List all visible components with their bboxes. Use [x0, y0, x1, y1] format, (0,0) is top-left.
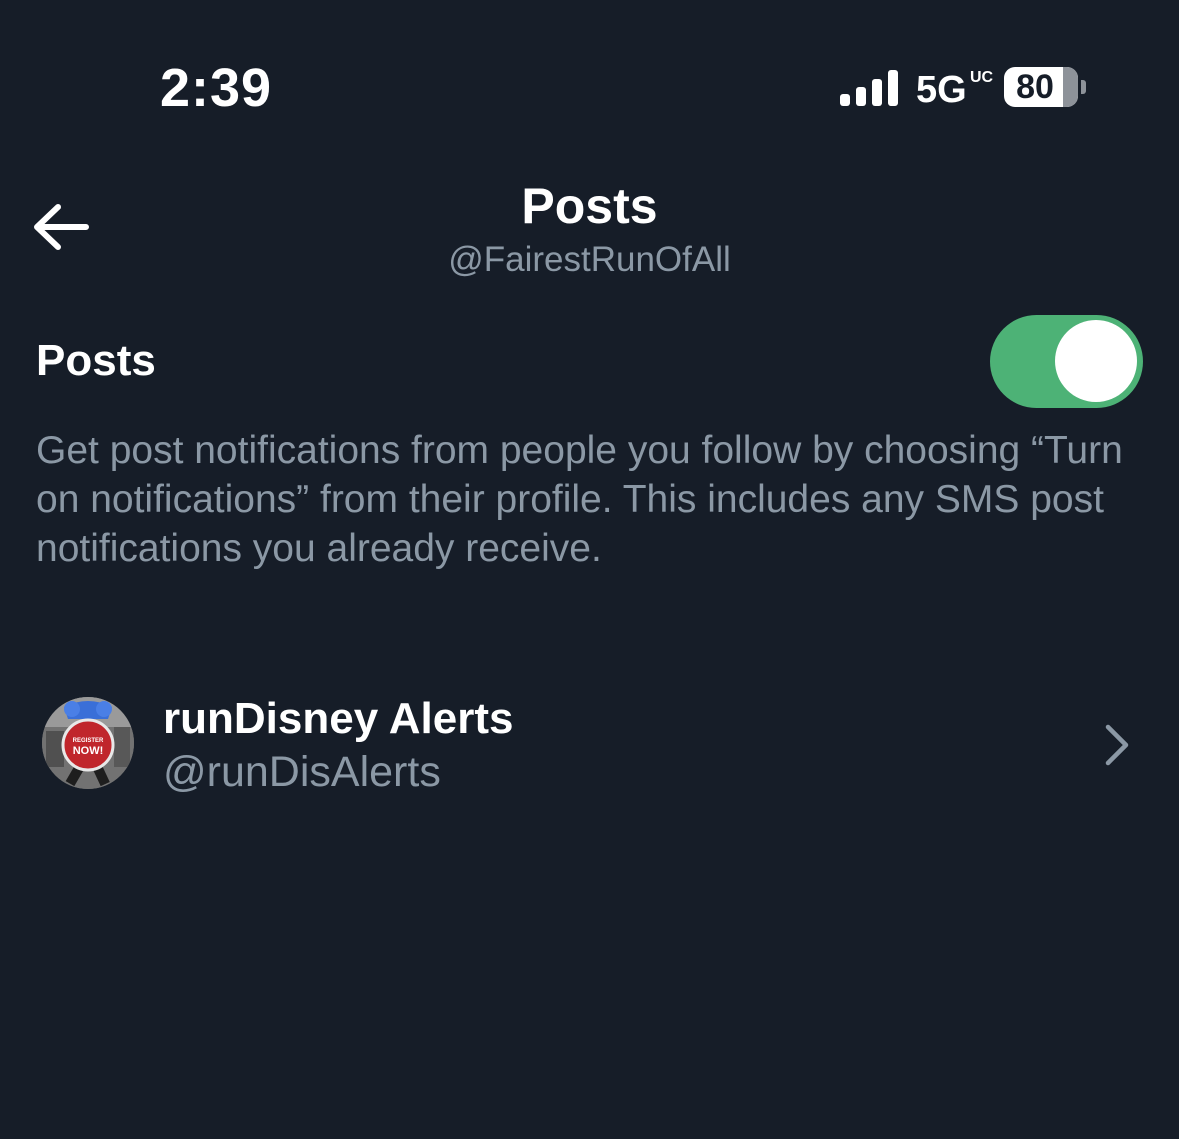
list-item-account[interactable]: REGISTER NOW! runDisney Alerts @runDisAl…: [0, 680, 1179, 810]
toggle-knob: [1055, 320, 1137, 402]
network-type-suffix: UC: [970, 69, 994, 86]
page-subtitle-handle: @FairestRunOfAll: [448, 240, 731, 279]
cellular-signal-icon: [840, 70, 898, 106]
posts-setting-label: Posts: [36, 336, 156, 385]
battery-level: 80: [1016, 68, 1054, 106]
posts-notifications-toggle[interactable]: [990, 315, 1143, 408]
battery-cap: [1081, 80, 1086, 94]
battery-icon: 80: [1004, 67, 1078, 107]
account-handle: @runDisAlerts: [163, 748, 441, 796]
avatar: REGISTER NOW!: [42, 697, 134, 789]
posts-setting-description: Get post notifications from people you f…: [36, 429, 1123, 570]
avatar-badge-line2: NOW!: [73, 745, 104, 757]
chevron-right-icon: [1105, 724, 1129, 766]
network-type-label: 5G: [916, 69, 967, 111]
page-title: Posts: [521, 178, 658, 234]
avatar-badge-line1: REGISTER: [73, 738, 104, 744]
account-name: runDisney Alerts: [163, 694, 514, 743]
status-time: 2:39: [160, 58, 273, 118]
